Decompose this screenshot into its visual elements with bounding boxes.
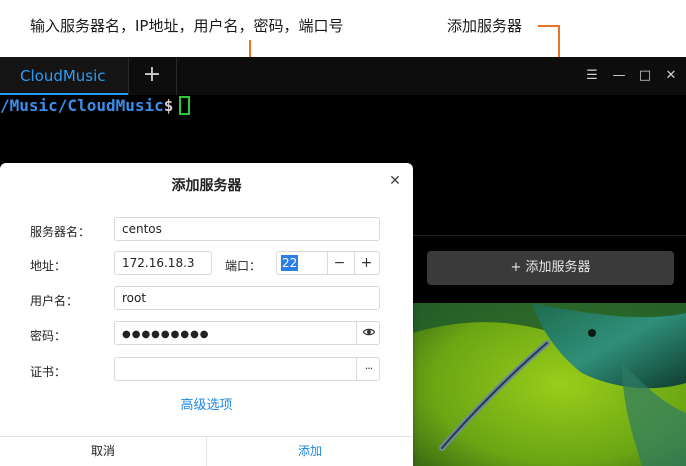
- maximize-icon[interactable]: □: [636, 67, 654, 85]
- tab-separator: [176, 57, 177, 95]
- port-label: 端口：: [225, 259, 262, 273]
- terminal-prompt-symbol: $: [163, 96, 174, 115]
- advanced-options-link[interactable]: 高级选项: [0, 394, 413, 413]
- address-label: 地址：: [30, 259, 67, 273]
- port-value: 22: [281, 255, 299, 271]
- tab-label: CloudMusic: [20, 67, 106, 85]
- add-button[interactable]: 添加: [207, 437, 413, 466]
- remote-sidebar: + 添加服务器: [412, 95, 686, 466]
- hummingbird-illustration: [412, 303, 686, 466]
- close-icon[interactable]: ✕: [387, 173, 403, 189]
- username-label: 用户名：: [30, 294, 79, 308]
- screenshot-root: 输入服务器名，IP地址，用户名，密码，端口号 添加服务器 CloudMusic …: [0, 0, 686, 466]
- port-stepper[interactable]: 22 − +: [276, 251, 380, 275]
- address-value: 172.16.18.3: [122, 256, 195, 270]
- add-server-dialog: 添加服务器 ✕ 服务器名： centos 地址： 172.16.18.3 端口：…: [0, 163, 413, 466]
- tab-bar: CloudMusic + ☰ — □ ✕: [0, 57, 686, 95]
- tab-separator: [128, 57, 129, 95]
- add-server-button[interactable]: + 添加服务器: [427, 251, 674, 285]
- server-name-label: 服务器名：: [30, 225, 91, 239]
- username-field[interactable]: root: [114, 286, 380, 310]
- eye-icon[interactable]: [356, 322, 380, 344]
- browse-certificate-button[interactable]: ···: [356, 358, 380, 380]
- port-increment-button[interactable]: +: [354, 252, 378, 274]
- server-name-value: centos: [122, 222, 162, 236]
- annotation-line-add-h: [538, 25, 560, 27]
- dialog-title: 添加服务器: [171, 178, 242, 194]
- certificate-field[interactable]: ···: [114, 357, 380, 381]
- password-label: 密码：: [30, 329, 67, 343]
- menu-icon[interactable]: ☰: [583, 67, 601, 85]
- annotation-input-fields: 输入服务器名，IP地址，用户名，密码，端口号: [30, 17, 344, 35]
- tab-cloudmusic[interactable]: CloudMusic: [0, 57, 128, 95]
- minimize-icon[interactable]: —: [610, 67, 628, 85]
- add-tab-button[interactable]: +: [140, 63, 164, 87]
- server-name-field[interactable]: centos: [114, 217, 380, 241]
- wallpaper-image: [412, 303, 686, 466]
- username-value: root: [122, 291, 147, 305]
- terminal-cursor: [179, 96, 191, 115]
- cancel-button[interactable]: 取消: [0, 437, 206, 466]
- dialog-footer: 取消 添加: [0, 436, 413, 466]
- annotation-add-server: 添加服务器: [447, 17, 523, 35]
- terminal-prompt-line: /Music/CloudMusic$: [0, 95, 191, 117]
- port-decrement-button[interactable]: −: [327, 252, 351, 274]
- password-value: ●●●●●●●●●: [122, 329, 210, 340]
- sidebar-divider: [412, 235, 686, 236]
- close-window-icon[interactable]: ✕: [662, 67, 680, 85]
- address-field[interactable]: 172.16.18.3: [114, 251, 212, 275]
- terminal-path: /Music/CloudMusic: [0, 96, 164, 115]
- password-field[interactable]: ●●●●●●●●●: [114, 321, 380, 345]
- certificate-label: 证书：: [30, 365, 67, 379]
